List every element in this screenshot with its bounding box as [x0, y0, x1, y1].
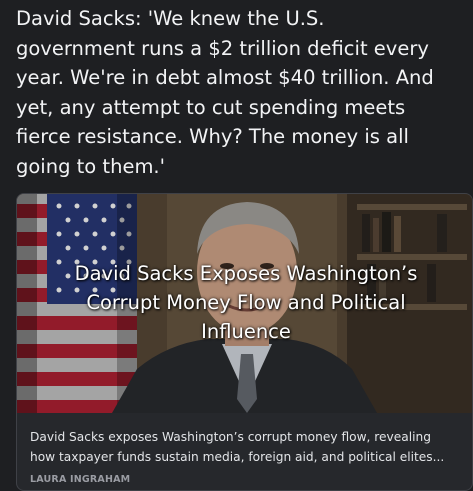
- thumbnail-title-overlay: David Sacks Exposes Washington’s Corrupt…: [37, 259, 455, 346]
- post-text-line: going to them.': [16, 154, 165, 178]
- link-preview-card[interactable]: David Sacks Exposes Washington’s Corrupt…: [16, 193, 473, 491]
- post-text-line: government runs a $2 trillion deficit ev…: [16, 36, 429, 60]
- post-text-line: David Sacks: 'We knew the U.S.: [16, 7, 325, 30]
- card-source: LAURA INGRAHAM: [30, 474, 131, 485]
- card-description[interactable]: David Sacks exposes Washington’s corrupt…: [30, 427, 460, 467]
- thumbnail-title-line: David Sacks Exposes Washington’s: [74, 262, 418, 285]
- thumbnail-title-line: Corrupt Money Flow and Political: [86, 291, 406, 314]
- post-text-line: year. We're in debt almost $40 trillion.…: [16, 66, 434, 89]
- video-thumbnail[interactable]: David Sacks Exposes Washington’s Corrupt…: [17, 194, 472, 413]
- card-description-line: how taxpayer funds sustain media, foreig…: [30, 450, 445, 464]
- card-description-line: David Sacks exposes Washington’s corrupt…: [30, 430, 431, 444]
- post-text: David Sacks: 'We knew the U.S. governmen…: [16, 4, 464, 181]
- post-text-line: fierce resistance. Why? The money is all: [16, 125, 409, 148]
- post-text-line: yet, any attempt to cut spending meets: [16, 95, 406, 119]
- thumbnail-title-line: Influence: [201, 320, 291, 343]
